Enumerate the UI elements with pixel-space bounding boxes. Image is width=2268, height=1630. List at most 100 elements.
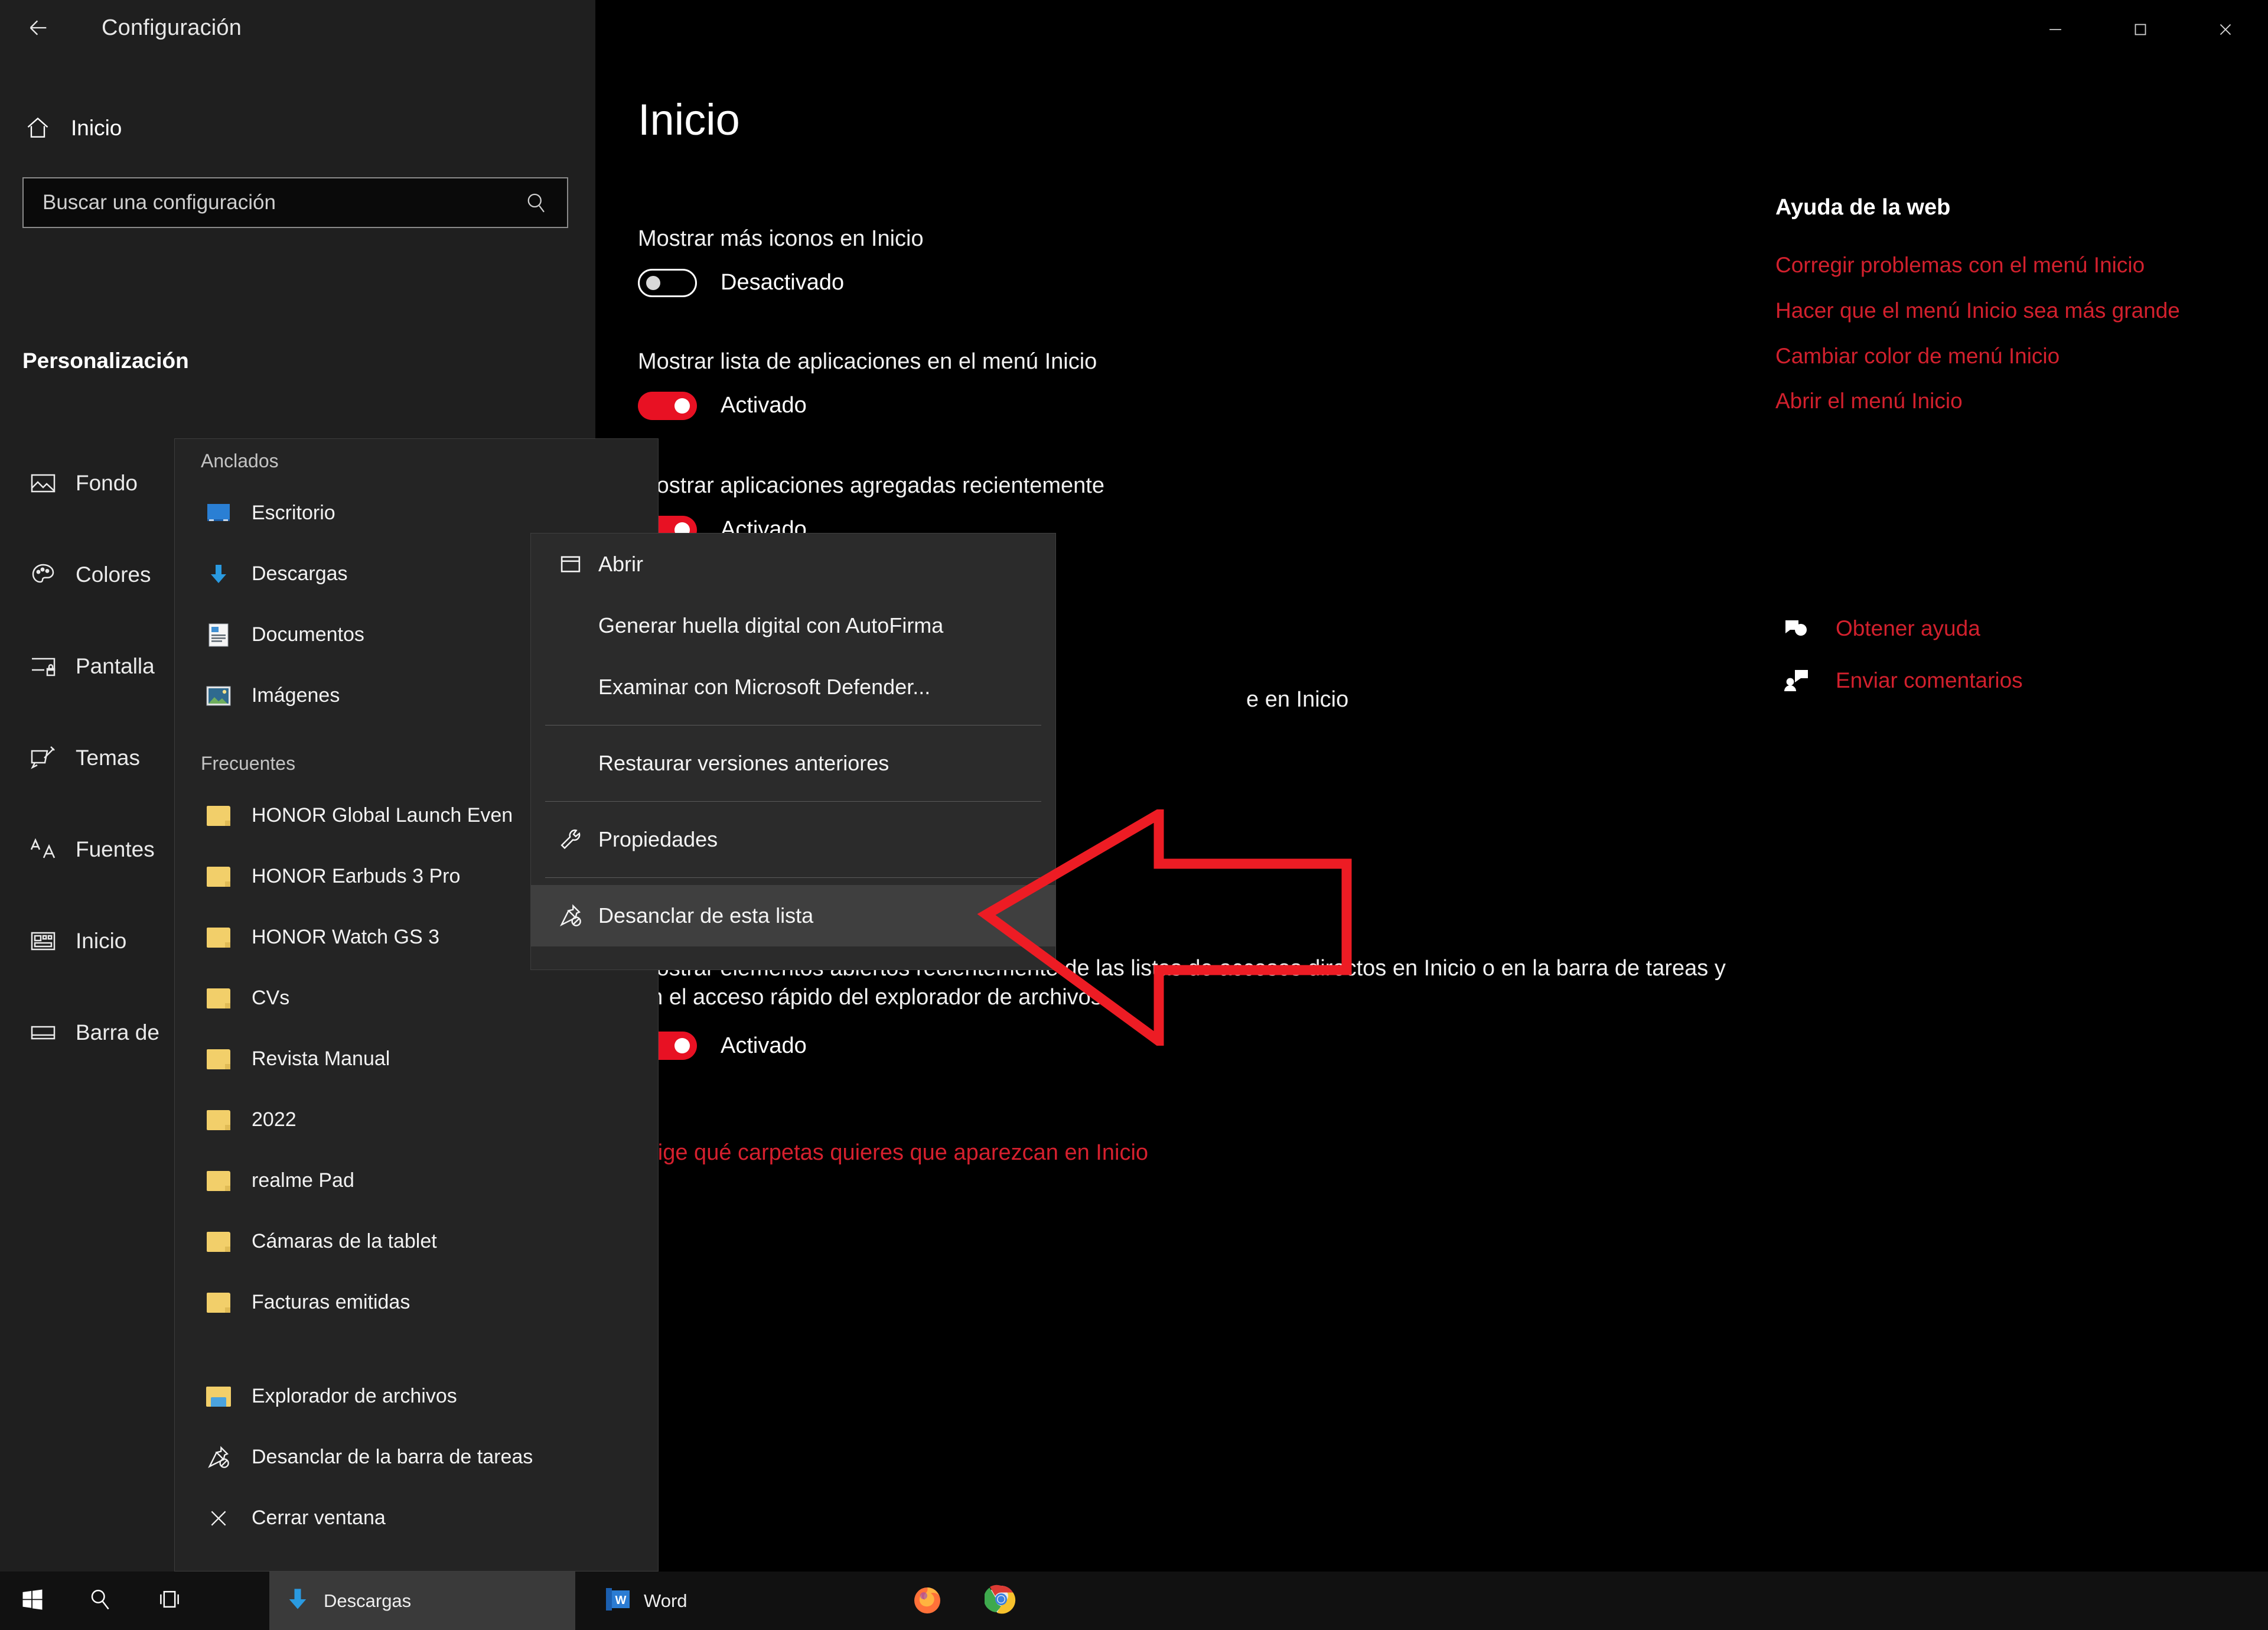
help-action-label: Obtener ayuda	[1836, 616, 1980, 640]
search-input[interactable]: Buscar una configuración	[22, 177, 568, 228]
jumplist-item-label: realme Pad	[252, 1169, 354, 1192]
toggle-knob	[674, 1038, 690, 1054]
sidebar-item-home[interactable]: Inicio	[13, 102, 568, 155]
taskbar-task-descargas[interactable]: Descargas	[269, 1572, 575, 1630]
taskbar-task-word[interactable]: W Word	[591, 1572, 815, 1630]
screen: Configuración Inicio Buscar una configur…	[0, 0, 2268, 1630]
jumplist-pinned-header: Anclados	[201, 450, 279, 471]
setting-toggle-row: Activado	[638, 391, 1736, 420]
setting-label: Mostrar aplicaciones agregadas recientem…	[638, 473, 1104, 498]
jumplist-item-label: Escritorio	[252, 502, 335, 524]
sidebar-item-label: Inicio	[76, 928, 127, 953]
context-menu-item-restaurar-versiones[interactable]: Restaurar versiones anteriores	[531, 733, 1055, 794]
title-bar: Configuración	[0, 0, 2268, 59]
jumplist-item-frequent[interactable]: realme Pad	[175, 1150, 658, 1211]
help-pane-title: Ayuda de la web	[1775, 195, 1951, 220]
palette-icon	[15, 561, 71, 589]
toggle-state-label: Activado	[721, 1033, 807, 1058]
home-icon	[13, 115, 63, 141]
toggle-more-tiles[interactable]	[638, 268, 697, 297]
back-arrow-icon	[27, 16, 50, 43]
search-icon[interactable]	[523, 190, 548, 218]
jumplist-item-label: Cámaras de la tablet	[252, 1230, 437, 1252]
taskbar-task-label: Descargas	[324, 1590, 412, 1611]
window-title: Configuración	[102, 15, 242, 40]
context-menu-item-defender[interactable]: Examinar con Microsoft Defender...	[531, 656, 1055, 718]
close-x-icon	[201, 1507, 236, 1530]
folder-icon	[201, 1292, 236, 1313]
setting-label: Mostrar más iconos en Inicio	[638, 226, 924, 251]
jumplist-item-frequent[interactable]: CVs	[175, 968, 658, 1029]
jumplist-item-label: Cerrar ventana	[252, 1507, 386, 1529]
window-controls	[2013, 0, 2268, 59]
jumplist-item-label: Facturas emitidas	[252, 1291, 410, 1313]
help-link[interactable]: Corregir problemas con el menú Inicio	[1775, 251, 2248, 280]
page-title: Inicio	[638, 95, 740, 144]
context-menu-separator	[545, 877, 1041, 878]
help-link[interactable]: Cambiar color de menú Inicio	[1775, 342, 2248, 371]
start-button[interactable]	[0, 1572, 65, 1630]
context-menu-separator	[545, 801, 1041, 802]
jumplist-item-label: 2022	[252, 1108, 296, 1131]
sidebar-item-label: Fondo	[76, 470, 138, 495]
help-action-label: Enviar comentarios	[1836, 668, 2023, 692]
toggle-app-list[interactable]	[638, 391, 697, 420]
help-link[interactable]: Hacer que el menú Inicio sea más grande	[1775, 297, 2248, 326]
folder-icon	[201, 1049, 236, 1069]
task-view-icon	[157, 1586, 183, 1615]
close-button[interactable]	[2183, 0, 2268, 59]
jumplist-item-frequent[interactable]: Cámaras de la tablet	[175, 1211, 658, 1272]
toggle-knob	[646, 275, 660, 290]
fonts-icon	[15, 835, 71, 864]
search-button[interactable]	[65, 1572, 135, 1630]
jumplist-item-label: HONOR Global Launch Even	[252, 804, 513, 827]
context-menu-item-autofirma[interactable]: Generar huella digital con AutoFirma	[531, 595, 1055, 656]
taskbar-pinned-chrome[interactable]	[969, 1572, 1034, 1630]
jumplist-item-label: HONOR Earbuds 3 Pro	[252, 865, 461, 887]
search-icon	[87, 1586, 113, 1615]
title-bar-left-zone	[0, 0, 595, 59]
sidebar-home-label: Inicio	[71, 116, 122, 140]
sidebar-item-label: Barra de	[76, 1020, 159, 1045]
jumplist-action-unpin-taskbar[interactable]: Desanclar de la barra de tareas	[175, 1427, 658, 1488]
toggle-state-label: Activado	[721, 393, 807, 418]
jumplist-item-frequent[interactable]: Facturas emitidas	[175, 1272, 658, 1333]
task-view-button[interactable]	[135, 1572, 204, 1630]
folder-icon	[201, 988, 236, 1008]
document-icon	[201, 623, 236, 647]
jumplist-item-label: Documentos	[252, 623, 364, 646]
jumplist-spacer	[175, 1333, 658, 1366]
jumplist-item-frequent[interactable]: Revista Manual	[175, 1029, 658, 1089]
context-menu-item-label: Restaurar versiones anteriores	[598, 751, 889, 775]
jumplist-item-frequent[interactable]: 2022	[175, 1089, 658, 1150]
sidebar-item-label: Colores	[76, 562, 151, 587]
jumplist-item-label: CVs	[252, 987, 290, 1009]
folder-icon	[201, 1170, 236, 1191]
help-link[interactable]: Abrir el menú Inicio	[1775, 387, 2248, 416]
minimize-button[interactable]	[2013, 0, 2098, 59]
jumplist-action-close-window[interactable]: Cerrar ventana	[175, 1488, 658, 1548]
jumplist-item-label: Revista Manual	[252, 1047, 390, 1070]
setting-toggle-row: Desactivado	[638, 268, 1736, 297]
maximize-button[interactable]	[2098, 0, 2183, 59]
get-help-action[interactable]: ? Obtener ayuda	[1775, 614, 2248, 643]
taskbar: Descargas W Word	[0, 1572, 2268, 1630]
context-menu-item-propiedades[interactable]: Propiedades	[531, 809, 1055, 870]
back-button[interactable]	[17, 9, 60, 48]
sidebar-item-label: Temas	[76, 745, 140, 770]
svg-text:?: ?	[1798, 626, 1803, 635]
jumplist-action-file-explorer[interactable]: Explorador de archivos	[175, 1366, 658, 1427]
context-menu-item-label: Generar huella digital con AutoFirma	[598, 613, 944, 637]
sidebar-section-title: Personalización	[22, 349, 189, 373]
context-menu-item-desanclar-de-esta-lista[interactable]: Desanclar de esta lista	[531, 885, 1055, 946]
taskbar-pinned-firefox[interactable]	[895, 1572, 960, 1630]
toggle-state-label: Desactivado	[721, 270, 845, 295]
sidebar-item-label: Fuentes	[76, 837, 155, 861]
context-menu-item-abrir[interactable]: Abrir	[531, 533, 1055, 595]
send-feedback-action[interactable]: Enviar comentarios	[1775, 666, 2248, 695]
context-menu: Abrir Generar huella digital con AutoFir…	[530, 533, 1056, 970]
download-arrow-icon	[285, 1586, 311, 1615]
choose-folders-link[interactable]: Elige qué carpetas quieres que aparezcan…	[638, 1140, 1148, 1166]
download-arrow-icon	[201, 562, 236, 586]
lock-screen-icon	[15, 652, 71, 681]
